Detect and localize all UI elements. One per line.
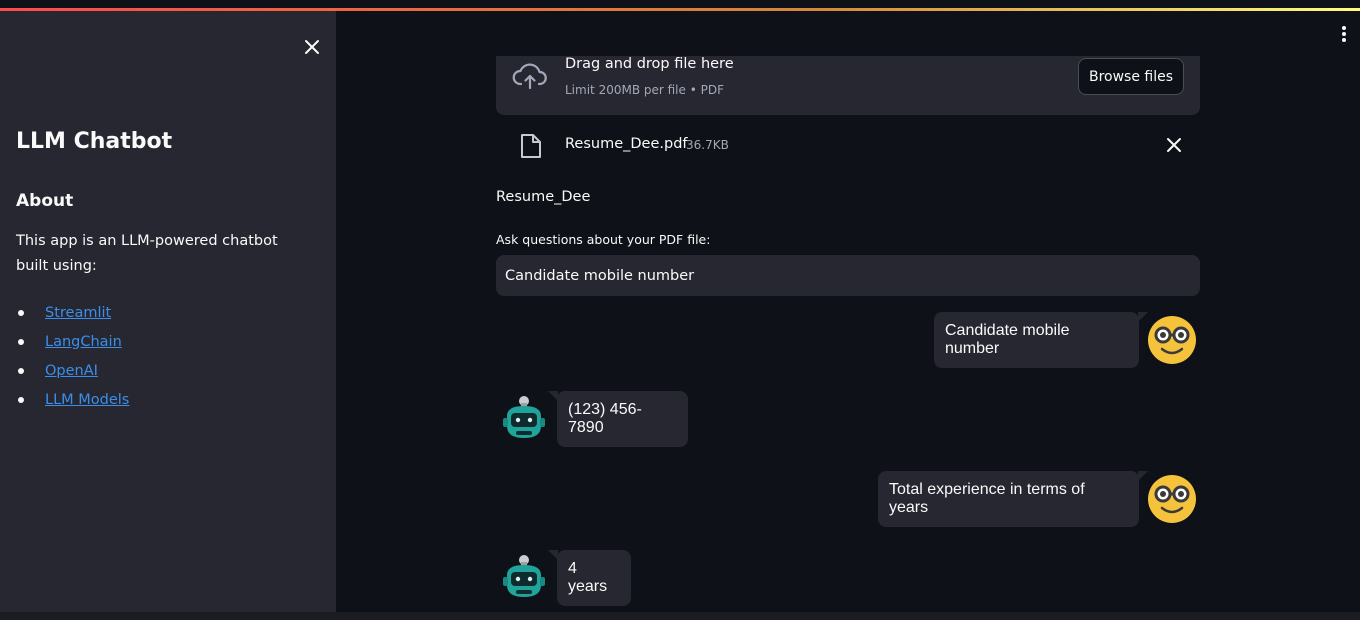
about-heading: About (16, 191, 74, 211)
file-size: 36.7KB (686, 138, 729, 152)
message-text: Total experience in terms of years (889, 481, 1085, 516)
sidebar-title: LLM Chatbot (16, 129, 173, 154)
robot-icon (503, 396, 545, 438)
bullet-icon (18, 309, 24, 316)
kebab-menu-icon[interactable] (1334, 24, 1354, 44)
link-openai[interactable]: OpenAI (45, 363, 98, 379)
question-label: Ask questions about your PDF file: (496, 232, 711, 247)
file-icon (521, 134, 541, 158)
bullet-icon (18, 338, 24, 345)
list-item: Streamlit (16, 298, 129, 327)
message-text: 4 years (568, 560, 608, 595)
browse-files-button[interactable]: Browse files (1078, 58, 1184, 95)
uploaded-file-row: Resume_Dee.pdf 36.7KB (496, 130, 1200, 162)
list-item: LLM Models (16, 385, 129, 414)
sidebar: LLM Chatbot About This app is an LLM-pow… (0, 11, 336, 612)
list-item: OpenAI (16, 356, 129, 385)
user-message: Candidate mobile number (934, 312, 1148, 368)
file-name: Resume_Dee.pdf (565, 136, 688, 152)
message-text: (123) 456-7890 (568, 401, 642, 436)
close-icon[interactable] (300, 35, 324, 59)
link-llm-models[interactable]: LLM Models (45, 392, 129, 408)
bullet-icon (18, 367, 24, 374)
message-text: Candidate mobile number (945, 322, 1070, 357)
document-title: Resume_Dee (496, 189, 591, 205)
footer-bar (0, 612, 1360, 620)
remove-file-icon[interactable] (1166, 137, 1182, 153)
tech-links-list: Streamlit LangChain OpenAI LLM Models (16, 298, 129, 414)
dropzone-instruction: Drag and drop file here (565, 56, 734, 72)
bullet-icon (18, 396, 24, 403)
nerd-face-icon (1148, 475, 1196, 523)
question-input[interactable] (496, 255, 1200, 296)
link-streamlit[interactable]: Streamlit (45, 305, 111, 321)
bot-message: 4 years (548, 550, 631, 606)
bot-message: (123) 456-7890 (548, 391, 688, 447)
nerd-face-icon (1148, 316, 1196, 364)
link-langchain[interactable]: LangChain (45, 334, 122, 350)
list-item: LangChain (16, 327, 129, 356)
robot-icon (503, 555, 545, 597)
file-dropzone[interactable]: Drag and drop file here Limit 200MB per … (496, 56, 1200, 115)
cloud-upload-icon (512, 63, 547, 90)
user-message: Total experience in terms of years (878, 471, 1148, 527)
about-description: This app is an LLM-powered chatbot built… (16, 233, 278, 274)
dropzone-limit: Limit 200MB per file • PDF (565, 83, 724, 97)
